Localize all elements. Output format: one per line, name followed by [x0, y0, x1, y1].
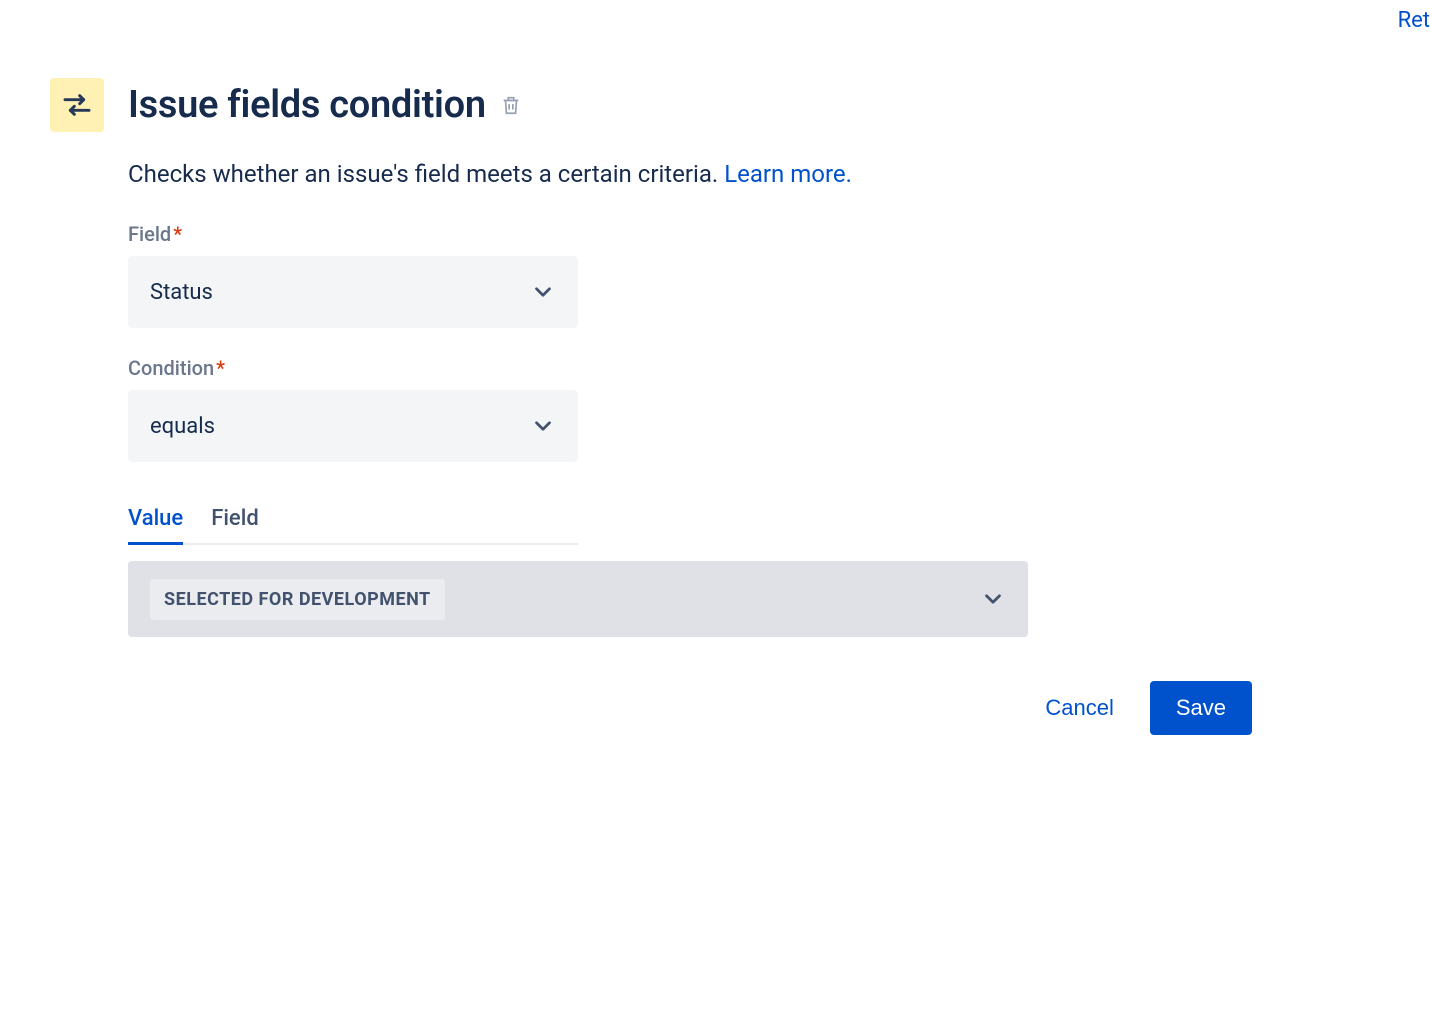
save-button[interactable]: Save [1150, 681, 1252, 735]
status-lozenge: SELECTED FOR DEVELOPMENT [150, 579, 445, 620]
condition-select[interactable]: equals [128, 390, 578, 462]
description-text: Checks whether an issue's field meets a … [128, 160, 724, 188]
page-title: Issue fields condition [128, 83, 486, 127]
value-select[interactable]: SELECTED FOR DEVELOPMENT [128, 561, 1028, 637]
required-star: * [173, 222, 182, 246]
top-right-link[interactable]: Ret [1398, 8, 1430, 33]
chevron-down-icon [980, 586, 1006, 612]
tabs: Value Field [128, 506, 578, 545]
condition-label: Condition* [128, 356, 1380, 380]
description: Checks whether an issue's field meets a … [128, 160, 1380, 188]
condition-select-value: equals [150, 414, 215, 439]
chevron-down-icon [530, 279, 556, 305]
required-star: * [216, 356, 225, 380]
cancel-button[interactable]: Cancel [1037, 681, 1121, 735]
header-row: Issue fields condition [50, 78, 1380, 132]
condition-icon [50, 78, 104, 132]
tab-value[interactable]: Value [128, 506, 183, 543]
chevron-down-icon [530, 413, 556, 439]
trash-icon[interactable] [500, 94, 522, 116]
condition-group: Condition* equals [128, 356, 1380, 462]
tab-field[interactable]: Field [211, 506, 259, 543]
field-group: Field* Status [128, 222, 1380, 328]
footer-actions: Cancel Save [50, 681, 1380, 735]
field-select[interactable]: Status [128, 256, 578, 328]
learn-more-link[interactable]: Learn more. [724, 160, 852, 188]
field-label: Field* [128, 222, 1380, 246]
field-select-value: Status [150, 280, 213, 305]
